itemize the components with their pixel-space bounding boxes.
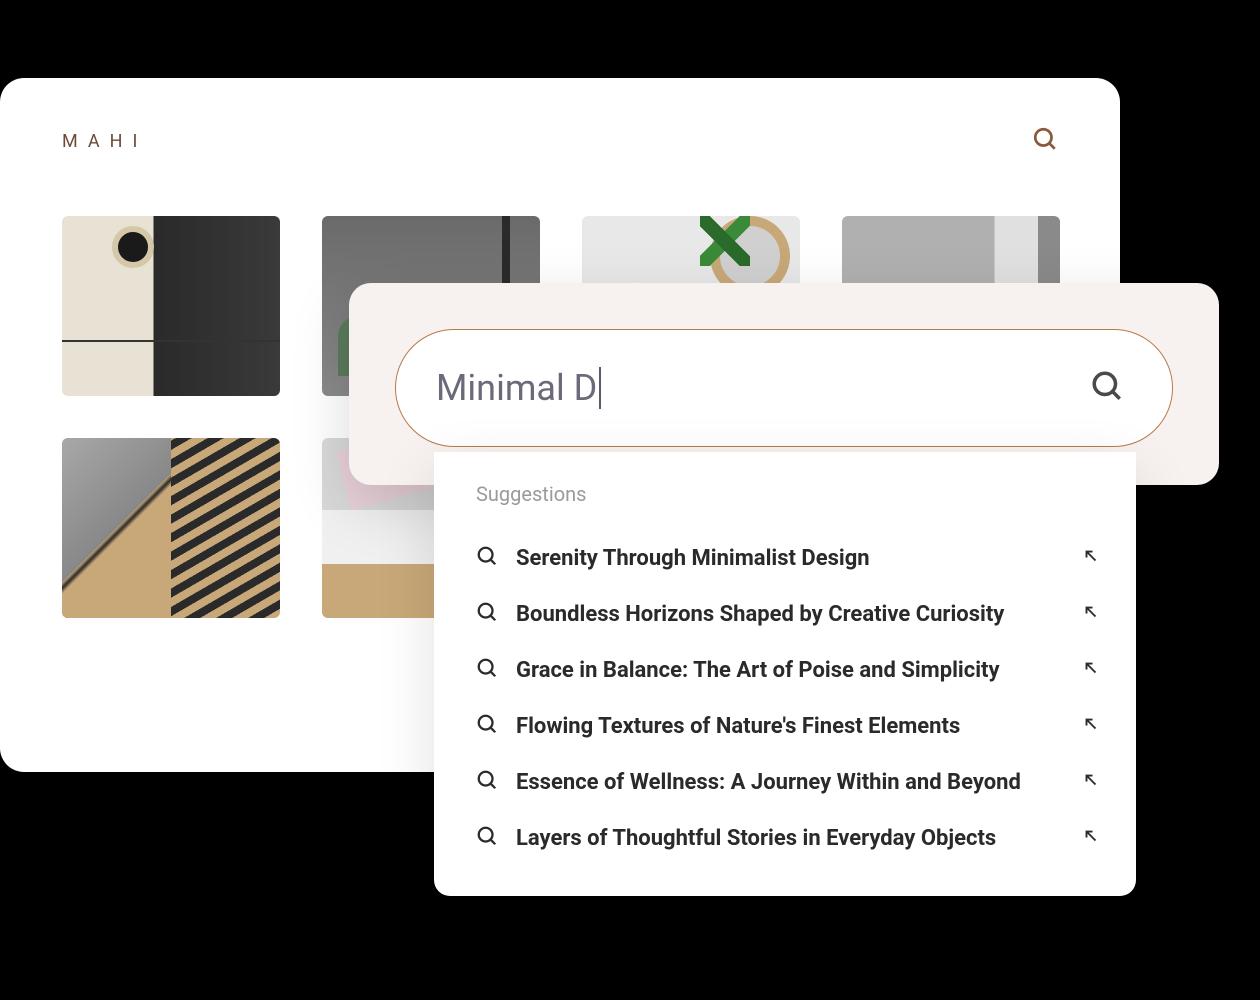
search-input-text: Minimal D: [436, 367, 597, 409]
search-icon: [476, 713, 498, 739]
arrow-up-left-icon: [1082, 659, 1100, 681]
suggestion-text: Grace in Balance: The Art of Poise and S…: [516, 658, 1082, 683]
search-icon[interactable]: [1032, 126, 1058, 156]
suggestion-item[interactable]: Flowing Textures of Nature's Finest Elem…: [476, 698, 1100, 754]
brand-logo: MAHI: [62, 131, 147, 152]
suggestions-heading: Suggestions: [476, 482, 1100, 506]
suggestion-item[interactable]: Boundless Horizons Shaped by Creative Cu…: [476, 586, 1100, 642]
search-input[interactable]: Minimal D: [436, 367, 1090, 409]
suggestion-item[interactable]: Layers of Thoughtful Stories in Everyday…: [476, 810, 1100, 866]
suggestions-panel: Suggestions Serenity Through Minimalist …: [434, 452, 1136, 896]
search-icon: [476, 601, 498, 627]
suggestion-item[interactable]: Essence of Wellness: A Journey Within an…: [476, 754, 1100, 810]
arrow-up-left-icon: [1082, 827, 1100, 849]
suggestion-text: Boundless Horizons Shaped by Creative Cu…: [516, 602, 1082, 627]
suggestion-item[interactable]: Grace in Balance: The Art of Poise and S…: [476, 642, 1100, 698]
header: MAHI: [0, 78, 1120, 156]
arrow-up-left-icon: [1082, 715, 1100, 737]
suggestion-text: Flowing Textures of Nature's Finest Elem…: [516, 714, 1082, 739]
text-cursor: [599, 367, 601, 409]
search-icon: [476, 657, 498, 683]
search-icon[interactable]: [1090, 369, 1124, 407]
arrow-up-left-icon: [1082, 603, 1100, 625]
suggestion-text: Essence of Wellness: A Journey Within an…: [516, 770, 1082, 795]
search-icon: [476, 545, 498, 571]
arrow-up-left-icon: [1082, 547, 1100, 569]
suggestion-text: Layers of Thoughtful Stories in Everyday…: [516, 826, 1082, 851]
suggestion-text: Serenity Through Minimalist Design: [516, 546, 1082, 571]
search-icon: [476, 825, 498, 851]
gallery-thumbnail[interactable]: [62, 216, 280, 396]
search-field[interactable]: Minimal D: [395, 329, 1173, 447]
gallery-thumbnail[interactable]: [62, 438, 280, 618]
search-icon: [476, 769, 498, 795]
arrow-up-left-icon: [1082, 771, 1100, 793]
suggestion-item[interactable]: Serenity Through Minimalist Design: [476, 530, 1100, 586]
